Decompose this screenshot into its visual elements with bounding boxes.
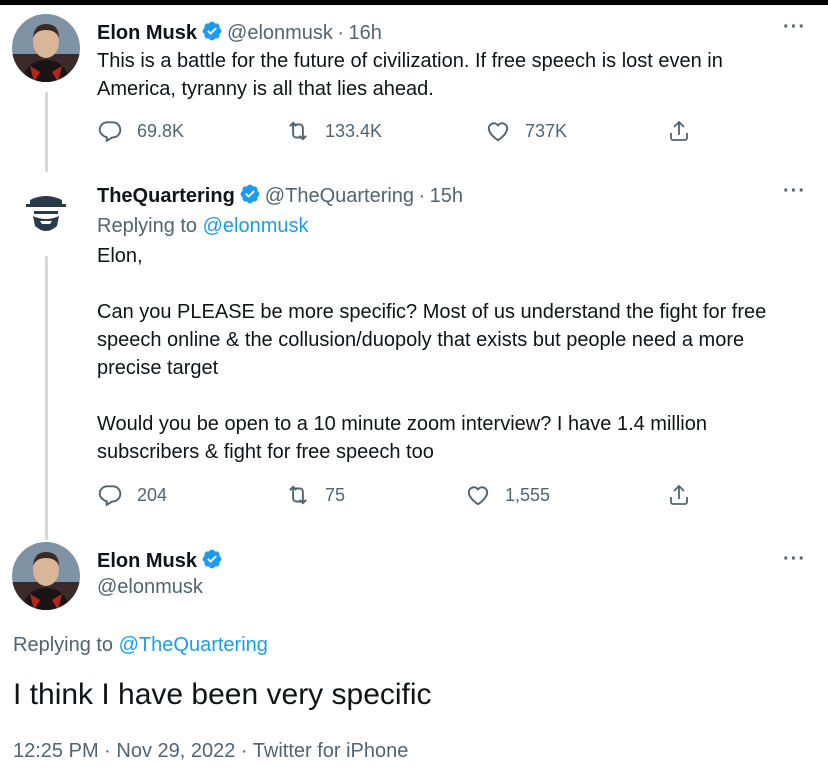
reply-icon [98,485,122,507]
tweet-text-line: Would you be open to a 10 minute zoom in… [97,413,707,435]
retweet-count: 75 [325,484,346,505]
tweet-elonmusk-1[interactable]: Elon Musk @elonmusk · 16h ··· This is a b… [0,0,828,172]
reply-count: 204 [137,484,168,505]
tweet-text-line: This is a battle for the future of civil… [97,50,723,72]
share-icon [670,120,688,141]
verified-badge-icon [201,548,223,575]
author-name[interactable]: TheQuartering [97,185,235,207]
tweet-time[interactable]: 15h [430,185,463,207]
reply-button[interactable]: 69.8K [97,118,184,144]
replying-to: Replying to @elonmusk [97,212,812,240]
separator: · [337,22,345,44]
author-handle[interactable]: @TheQuartering [265,185,414,207]
tweet-text-line: speech online & the collusion/duopoly th… [97,329,745,351]
share-button[interactable] [667,118,691,144]
share-icon [670,484,688,505]
tweet-text-line: America, tyranny is all that lies ahead. [97,78,434,100]
reply-button[interactable]: 204 [97,482,167,508]
retweet-button[interactable]: 75 [285,482,345,508]
tweet-header: Elon Musk [97,548,227,575]
avatar[interactable] [12,14,80,82]
tweet-actions: 204 75 1,555 [97,482,697,512]
avatar[interactable] [12,178,80,246]
replying-to-label: Replying to [13,634,114,656]
tweet-text-line: Can you PLEASE be more specific? Most of… [97,301,767,323]
retweet-count: 133.4K [325,120,383,141]
more-icon[interactable]: ··· [783,180,806,203]
like-button[interactable]: 1,555 [465,482,550,508]
avatar-image [12,14,80,82]
replying-to: Replying to @TheQuartering [13,634,268,657]
thread-line [45,92,48,172]
like-count: 737K [525,120,568,141]
tweet-thequartering[interactable]: TheQuartering @TheQuartering · 15h ··· Re… [0,172,828,540]
separator: · [418,185,426,207]
author-name[interactable]: Elon Musk [97,550,197,572]
verified-badge-icon [239,183,261,210]
tweet-elonmusk-focused[interactable]: Elon Musk @elonmusk ··· Replying to @The… [0,540,828,770]
thread-line [45,256,48,540]
more-icon[interactable]: ··· [783,548,806,571]
avatar[interactable] [12,542,80,610]
retweet-icon [289,485,307,505]
replying-to-label: Replying to [97,215,198,237]
more-icon[interactable]: ··· [783,16,806,39]
author-name[interactable]: Elon Musk [97,22,197,44]
tweet-time[interactable]: 16h [349,22,382,44]
replying-to-link[interactable]: @elonmusk [203,215,309,237]
tweet-text-line: precise target [97,357,219,379]
replying-to-link[interactable]: @TheQuartering [119,634,268,656]
avatar-image [12,178,80,246]
tweet-actions: 69.8K 133.4K 737K [97,118,697,148]
retweet-button[interactable]: 133.4K [285,118,382,144]
like-button[interactable]: 737K [485,118,567,144]
author-handle[interactable]: @elonmusk [97,576,203,598]
share-button[interactable] [667,482,691,508]
tweet-text: I think I have been very specific [13,678,432,711]
like-icon [487,122,509,142]
author-handle[interactable]: @elonmusk [227,22,333,44]
tweet-text: Elon, Can you PLEASE be more specific? M… [97,242,812,466]
tweet-header: Elon Musk @elonmusk · 16h [97,20,382,47]
tweet-text-line: subscribers & fight for free speech too [97,441,434,463]
tweet-header: TheQuartering @TheQuartering · 15h [97,183,463,210]
tweet-timestamp[interactable]: 12:25 PM · Nov 29, 2022 · Twitter for iP… [13,740,408,763]
like-icon [467,486,489,506]
like-count: 1,555 [505,484,551,505]
tweet-text-line: Elon, [97,245,143,267]
verified-badge-icon [201,20,223,47]
retweet-icon [289,121,307,141]
reply-count: 69.8K [137,120,185,141]
avatar-image [12,542,80,610]
reply-icon [98,121,122,143]
tweet-handle-row: @elonmusk [97,576,203,599]
tweet-text: This is a battle for the future of civil… [97,47,812,103]
